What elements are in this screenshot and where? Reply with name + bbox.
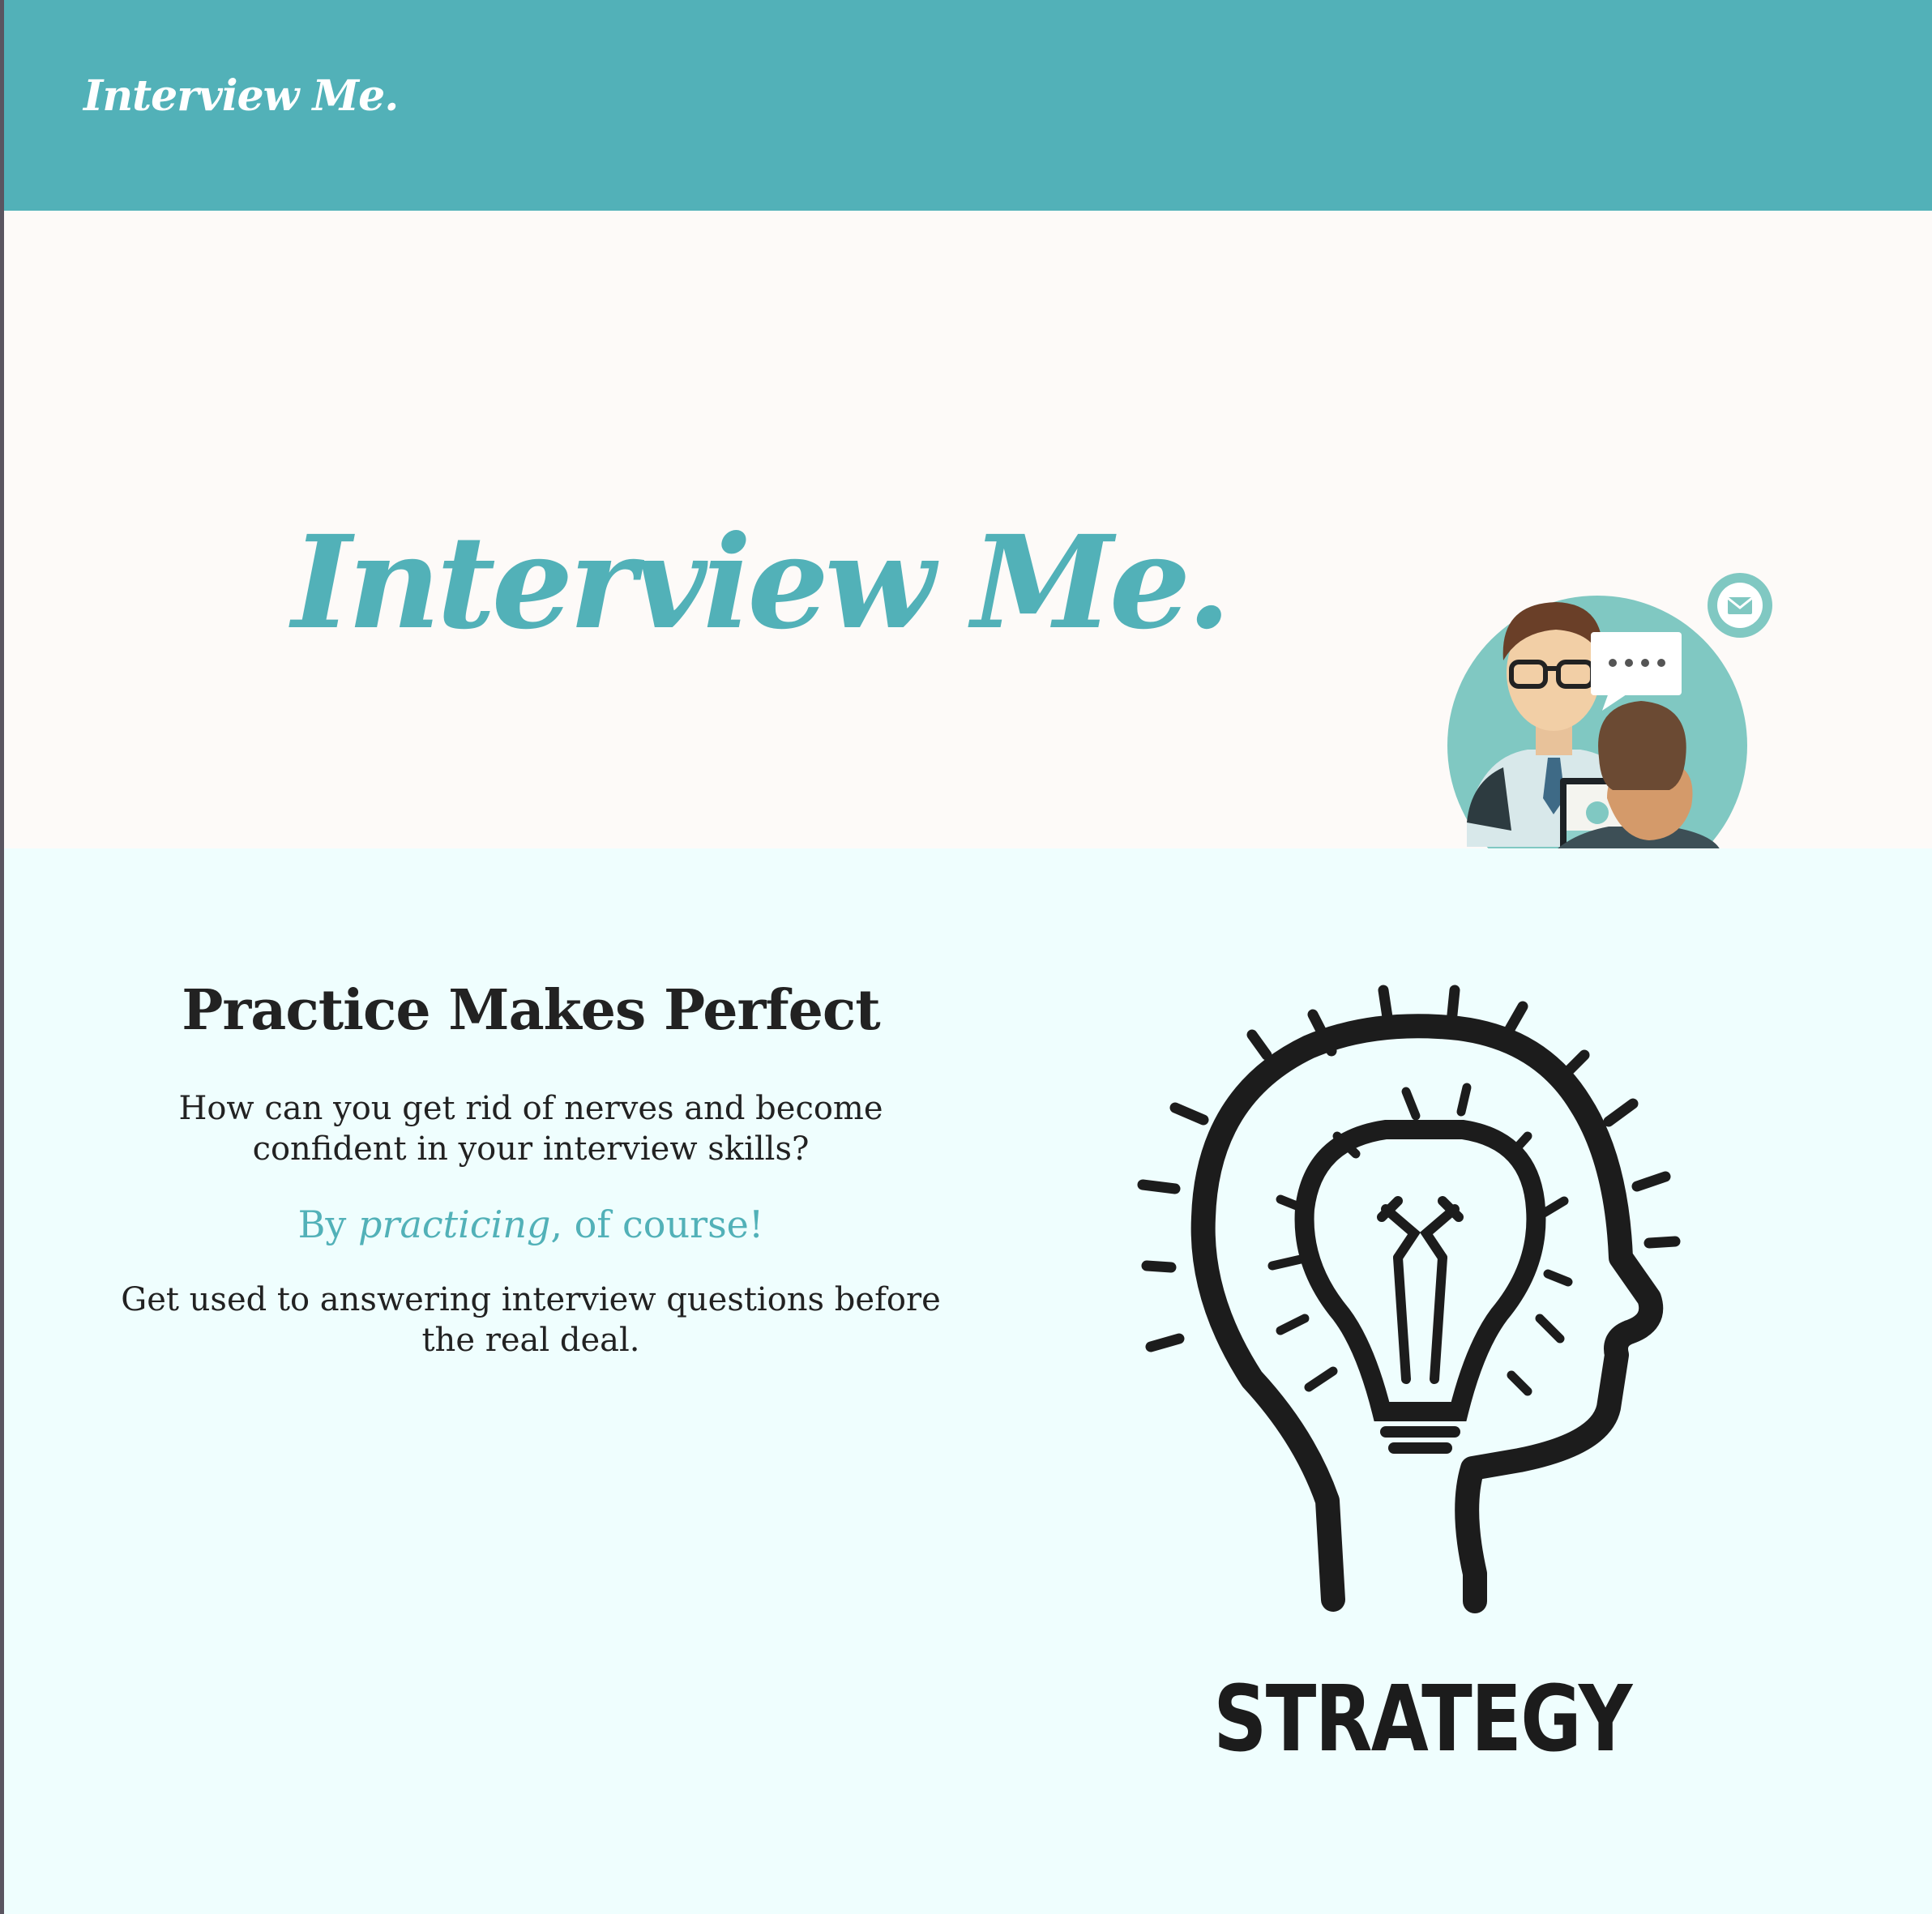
lightbulb-filament (1377, 1196, 1464, 1384)
closing-paragraph: Get used to answering interview question… (121, 1281, 941, 1359)
section-heading: Practice Makes Perfect (182, 978, 880, 1043)
intro-paragraph: How can you get rid of nerves and become… (178, 1090, 883, 1168)
lightbulb-base (1376, 1410, 1464, 1454)
accent-tagline: By practicing, of course! (101, 1202, 960, 1247)
accent-prefix: By (297, 1203, 359, 1246)
applicant-hair (1598, 701, 1686, 790)
hero-section: Interview Me. (4, 211, 1932, 942)
speech-bubble-icon (1591, 632, 1682, 695)
strategy-label: STRATEGY (1213, 1667, 1632, 1772)
head-outline (1190, 1014, 1664, 1613)
lightbulb-outline (1294, 1120, 1546, 1421)
practice-text-column: Practice Makes Perfect How can you get r… (101, 978, 960, 1393)
hero-title: Interview Me. (292, 507, 1231, 658)
accent-suffix: , of course! (550, 1203, 764, 1246)
navbar: Interview Me. (4, 0, 1932, 211)
accent-emphasis: practicing (358, 1203, 551, 1246)
nav-brand-link[interactable]: Interview Me. (83, 71, 399, 121)
practice-section: Practice Makes Perfect How can you get r… (4, 848, 1932, 1914)
